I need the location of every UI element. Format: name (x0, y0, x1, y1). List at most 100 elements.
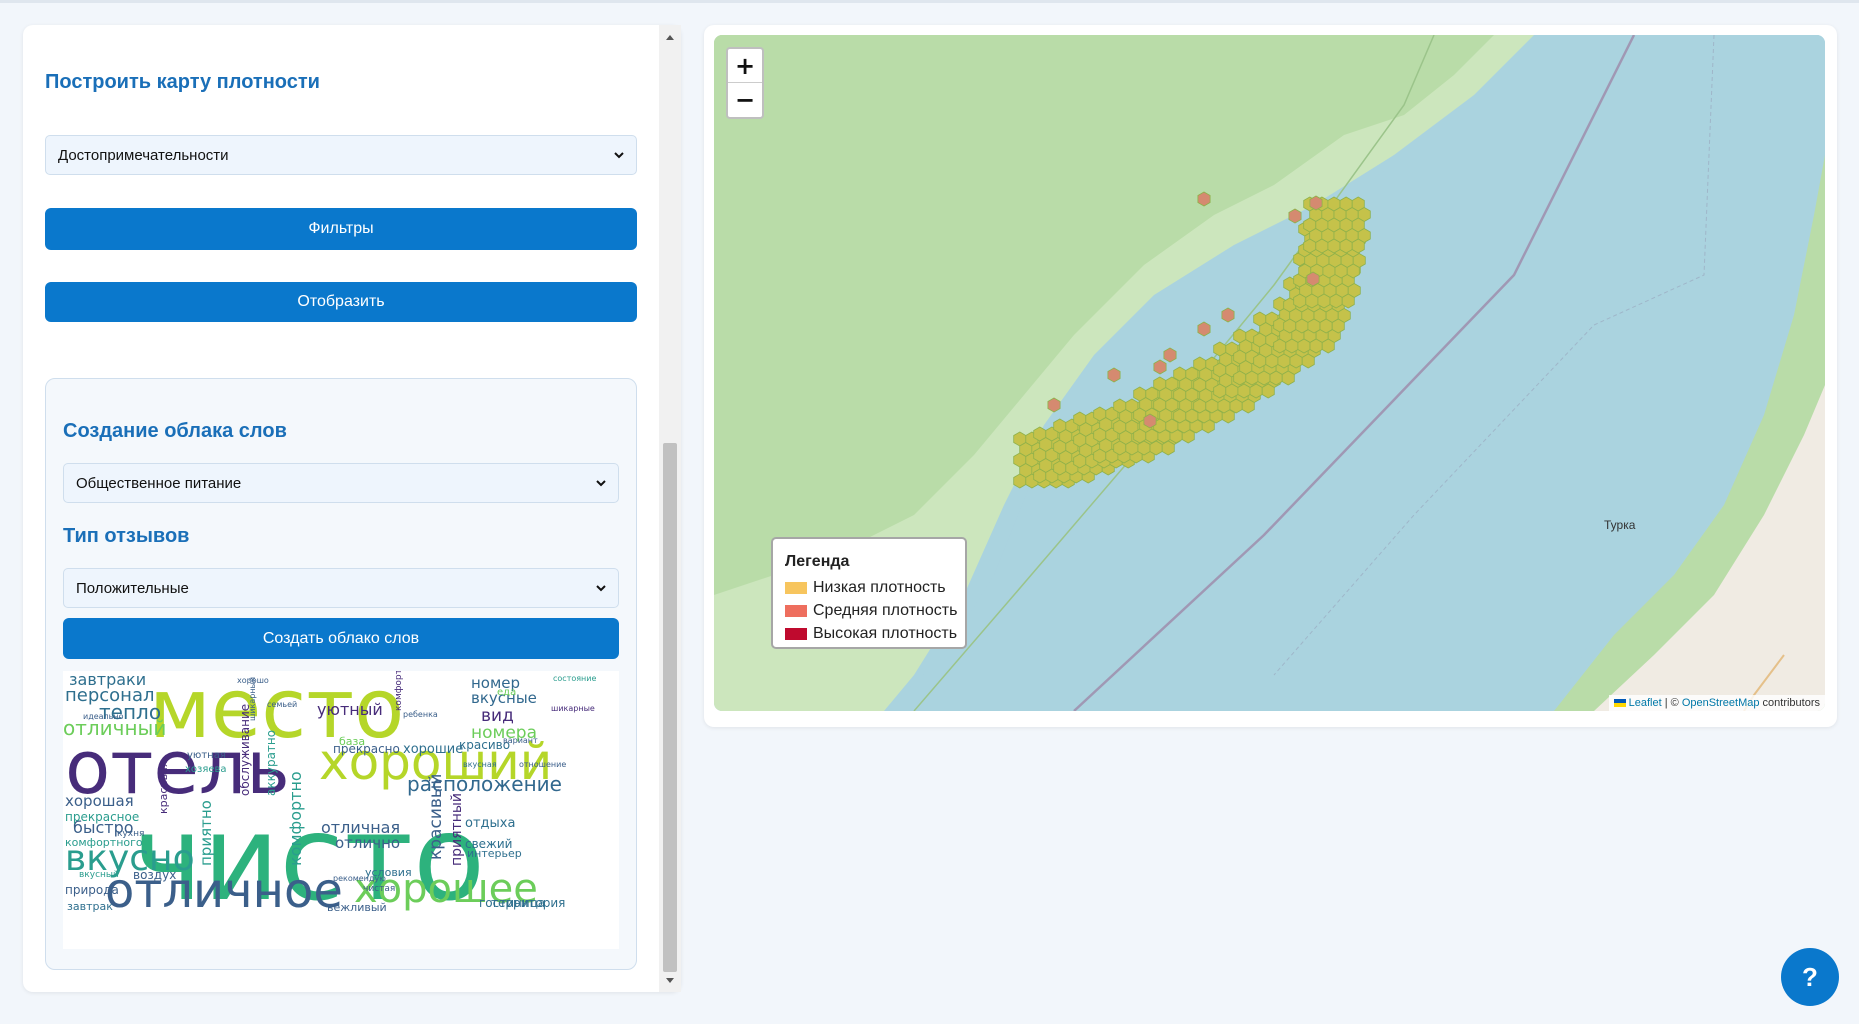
scroll-down-icon[interactable] (664, 976, 676, 986)
density-hexbin[interactable] (1053, 460, 1067, 476)
place-label-turka: Турка (1604, 518, 1636, 532)
wordcloud-word: состояние (553, 674, 596, 683)
show-button[interactable]: Отобразить (45, 282, 637, 322)
density-hexbin[interactable] (1305, 293, 1319, 309)
density-hexbin[interactable] (1285, 338, 1299, 354)
density-hexbin[interactable] (1257, 370, 1271, 386)
density-hexbin[interactable] (1306, 271, 1320, 287)
panel-scrollbar[interactable] (659, 25, 681, 992)
wordcloud-title: Создание облака слов (63, 420, 287, 442)
density-hexbin[interactable] (1319, 318, 1333, 334)
wordcloud-category-select[interactable]: Общественное питание (63, 463, 619, 503)
density-hexbin[interactable] (1225, 383, 1239, 399)
density-hexbin[interactable] (1125, 440, 1139, 456)
density-hexbin[interactable] (1073, 453, 1087, 469)
density-hexbin[interactable] (1277, 353, 1291, 369)
help-button[interactable]: ? (1781, 948, 1839, 1006)
legend-label-low: Низкая плотность (813, 578, 946, 596)
density-hexbin[interactable] (1295, 318, 1309, 334)
scroll-thumb[interactable] (663, 443, 677, 972)
density-hexbin[interactable] (1241, 398, 1255, 414)
density-hexbin[interactable] (1339, 238, 1353, 254)
scroll-up-icon[interactable] (664, 32, 676, 42)
density-hexbin[interactable] (1033, 468, 1047, 484)
density-hexbin[interactable] (1197, 191, 1211, 207)
density-hexbin[interactable] (1143, 413, 1157, 429)
density-hexbin[interactable] (1253, 353, 1267, 369)
density-hexbin[interactable] (1346, 263, 1360, 279)
wordcloud-word: воздух (133, 868, 176, 882)
density-hexbin[interactable] (1013, 473, 1027, 489)
legend-item-medium: Средняя плотность (785, 599, 965, 622)
density-hexbin[interactable] (1213, 383, 1227, 399)
legend-title: Легенда (785, 553, 850, 570)
map-legend: Легенда Низкая плотность Средняя плотнос… (771, 537, 967, 649)
wordcloud-word: еда (497, 687, 516, 698)
create-wordcloud-button[interactable]: Создать облако слов (63, 618, 619, 659)
density-hexbin[interactable] (1249, 383, 1263, 399)
density-hexbin[interactable] (1341, 293, 1355, 309)
density-hexbin[interactable] (1153, 359, 1167, 375)
density-hexbin[interactable] (1237, 383, 1251, 399)
filters-button[interactable]: Фильтры (45, 208, 637, 250)
review-type-select[interactable]: Положительные (63, 568, 619, 608)
density-hexbin[interactable] (1289, 353, 1303, 369)
density-hexbin[interactable] (1273, 338, 1287, 354)
density-hexbin[interactable] (1309, 338, 1323, 354)
osm-link[interactable]: OpenStreetMap (1682, 697, 1760, 709)
density-hexbin[interactable] (1221, 307, 1235, 323)
density-hexbin[interactable] (1233, 370, 1247, 386)
density-hexbin[interactable] (1217, 398, 1231, 414)
density-hexbin[interactable] (1315, 238, 1329, 254)
density-hexbin[interactable] (1309, 195, 1323, 211)
map-attribution: Leaflet | © OpenStreetMap contributors (1608, 695, 1825, 711)
zoom-out-button[interactable]: − (728, 83, 762, 117)
wordcloud-word: отдыха (465, 816, 515, 831)
density-hexbin[interactable] (1047, 397, 1061, 413)
density-hexbin[interactable] (1197, 321, 1211, 337)
density-hexbin[interactable] (1317, 293, 1331, 309)
map-view[interactable]: Турка + − Легенда Низкая плотность Средн… (714, 35, 1825, 711)
density-hexbin[interactable] (1205, 398, 1219, 414)
density-hexbin[interactable] (1334, 263, 1348, 279)
wordcloud-word: прекрасное (65, 810, 139, 824)
wordcloud-word: интерьер (467, 847, 522, 860)
density-hexbin[interactable] (1133, 428, 1147, 444)
wordcloud-word: аккуратно (264, 730, 278, 796)
density-hexbin[interactable] (1297, 338, 1311, 354)
density-hexbin[interactable] (1193, 398, 1207, 414)
density-category-select[interactable]: Достопримечательности (45, 135, 637, 175)
density-hexbin[interactable] (1327, 238, 1341, 254)
density-hexbin[interactable] (1301, 353, 1315, 369)
density-hexbin[interactable] (1293, 293, 1307, 309)
density-hexbin[interactable] (1329, 293, 1343, 309)
density-hexbin[interactable] (1163, 347, 1177, 363)
density-hexbin[interactable] (1113, 440, 1127, 456)
density-hexbin[interactable] (1331, 318, 1345, 334)
density-hexbin[interactable] (1265, 353, 1279, 369)
zoom-in-button[interactable]: + (728, 49, 762, 83)
density-hexbin[interactable] (1107, 367, 1121, 383)
leaflet-link[interactable]: Leaflet (1629, 697, 1662, 709)
wordcloud-word: идеально (83, 712, 124, 721)
chevron-down-icon (596, 585, 606, 592)
density-hexbin[interactable] (1303, 238, 1317, 254)
density-hexbin[interactable] (1245, 370, 1259, 386)
density-hexbin[interactable] (1173, 408, 1187, 424)
density-hexbin[interactable] (1269, 370, 1283, 386)
wordcloud-word: вкусная (463, 760, 497, 769)
density-hexbin[interactable] (1307, 318, 1321, 334)
density-hexbin[interactable] (1288, 208, 1302, 224)
review-type-title: Тип отзывов (63, 525, 190, 547)
density-hexbin[interactable] (1321, 338, 1335, 354)
wordcloud-word: чистая (363, 884, 395, 894)
density-hexbin[interactable] (1283, 318, 1297, 334)
density-hexbin[interactable] (1229, 398, 1243, 414)
density-hexbin[interactable] (1351, 238, 1365, 254)
density-hexbin[interactable] (1261, 383, 1275, 399)
density-hexbin[interactable] (1093, 448, 1107, 464)
density-hexbin[interactable] (1322, 263, 1336, 279)
wordcloud-word: вариант (503, 736, 538, 745)
review-type-value: Положительные (76, 579, 189, 597)
density-hexbin[interactable] (1281, 370, 1295, 386)
